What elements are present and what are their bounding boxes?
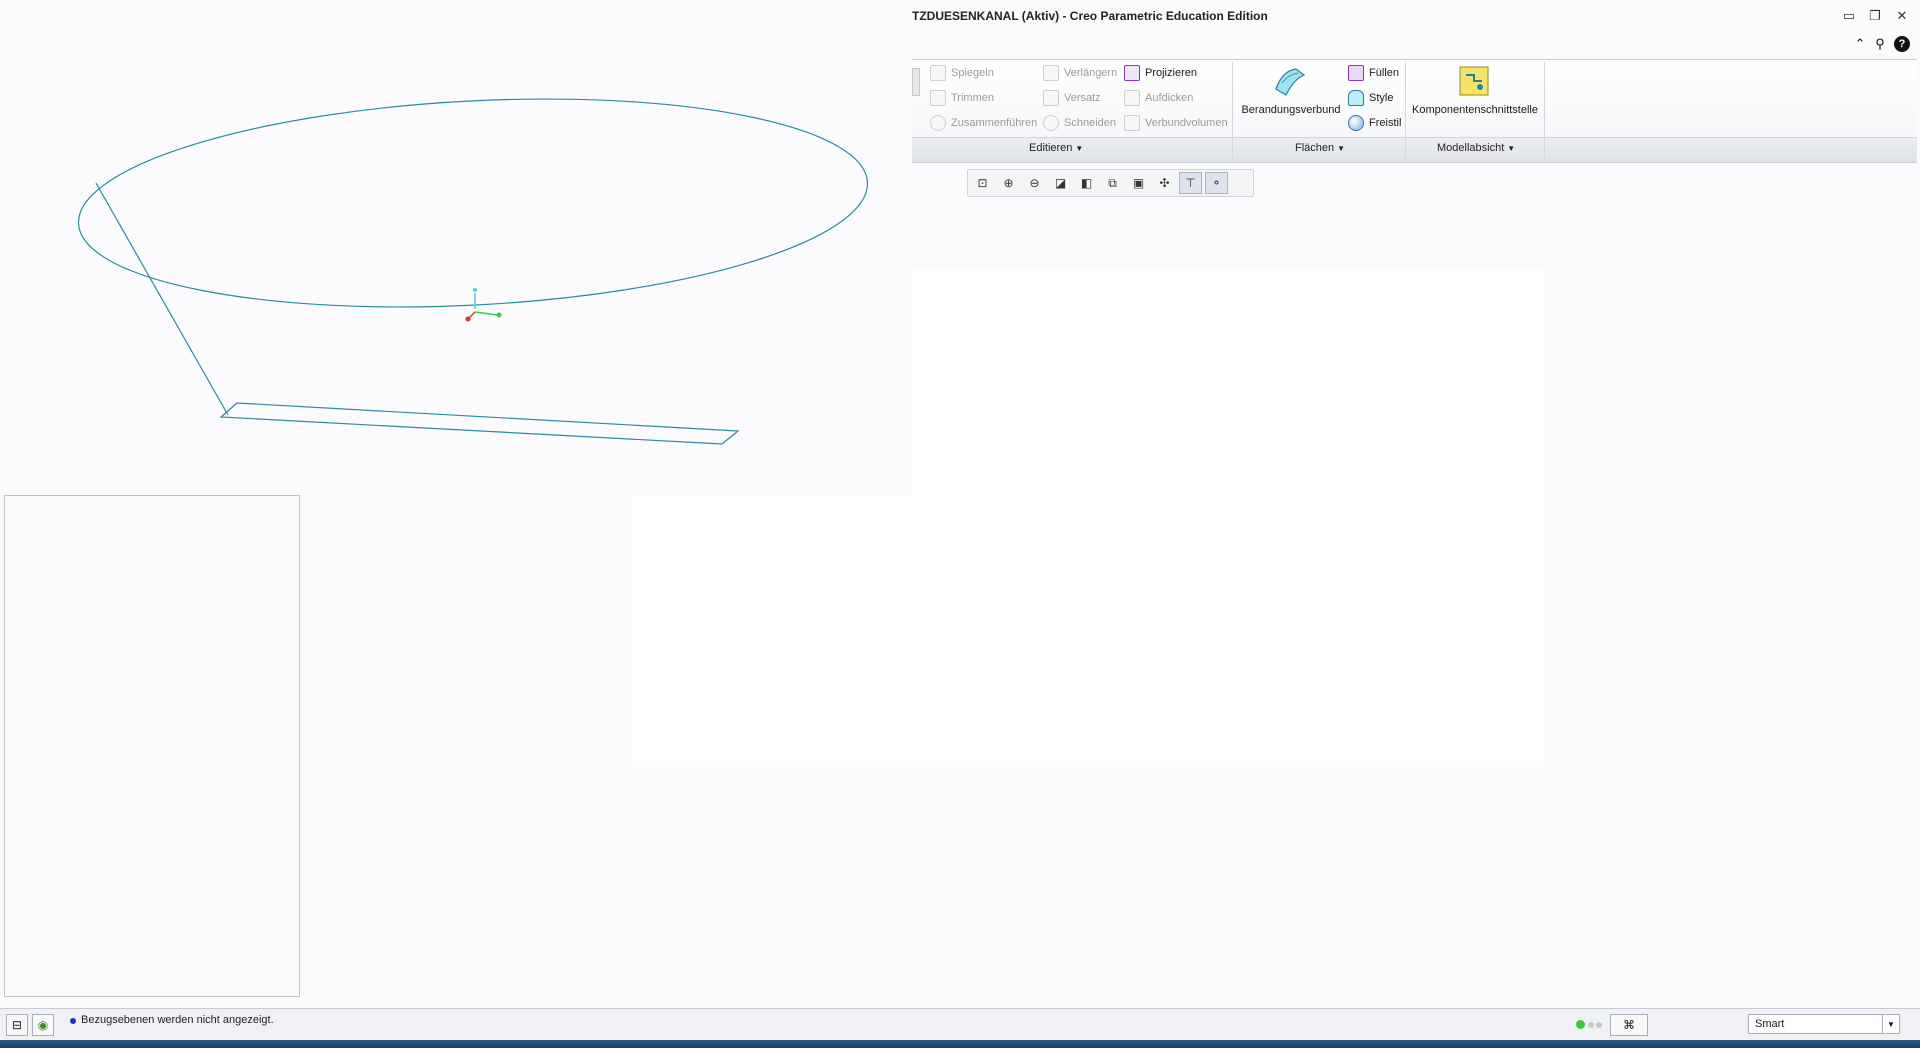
aufdicken-button[interactable]: Aufdicken (1124, 88, 1193, 108)
find-binoculars-icon[interactable]: ⌘ (1610, 1014, 1648, 1036)
search-icon[interactable]: ⚲ (1872, 36, 1888, 52)
fuellen-button[interactable]: Füllen (1348, 63, 1399, 83)
style-button[interactable]: Style (1348, 88, 1393, 108)
csys-z-end (473, 288, 477, 292)
collapse-ribbon-icon[interactable]: ⌃ (1852, 36, 1868, 52)
connecting-curve (95, 182, 229, 416)
spin-center-icon[interactable]: ⚬ (1205, 172, 1228, 194)
ribbon-separator (1405, 62, 1406, 160)
verlaengern-button[interactable]: Verlängern (1043, 63, 1117, 83)
thicken-icon (1124, 90, 1140, 106)
verbundvolumen-button[interactable]: Verbundvolumen (1124, 113, 1228, 133)
close-button[interactable]: ✕ (1893, 8, 1911, 24)
display-style-icon[interactable]: ◧ (1075, 172, 1098, 194)
component-interface-icon (1459, 66, 1489, 96)
project-icon (1124, 65, 1140, 81)
help-icon[interactable]: ? (1894, 36, 1910, 52)
offset-icon (1043, 90, 1059, 106)
selection-filter-value: Smart (1755, 1018, 1785, 1030)
minimize-button[interactable]: ▭ (1840, 8, 1858, 24)
show-navigator-icon[interactable]: ⊟ (6, 1014, 28, 1036)
freistil-button[interactable]: Freistil (1348, 113, 1401, 133)
chevron-down-icon[interactable]: ▼ (1882, 1015, 1899, 1033)
mirror-icon (930, 65, 946, 81)
intersect-icon (1043, 115, 1059, 131)
csys-y-axis (474, 311, 499, 316)
csys-y-end (496, 312, 502, 318)
status-dot-inactive (1588, 1022, 1594, 1028)
schneiden-button[interactable]: Schneiden (1043, 113, 1116, 133)
caret-down-icon: ▼ (1507, 144, 1516, 153)
zoom-in-icon[interactable]: ⊕ (997, 172, 1020, 194)
ellipse-curve (77, 98, 869, 308)
solidify-icon (1124, 115, 1140, 131)
extend-icon (1043, 65, 1059, 81)
csys-x-axis (468, 311, 476, 319)
refit-icon[interactable]: ⊡ (971, 172, 994, 194)
versatz-button[interactable]: Versatz (1043, 88, 1101, 108)
komponentenschnittstelle-button[interactable]: Komponentenschnittstelle (1410, 62, 1540, 130)
wireframe-canvas (77, 98, 869, 445)
berandungsverbund-button[interactable]: Berandungsverbund (1238, 62, 1344, 130)
model-tree-panel[interactable] (4, 495, 300, 997)
spiegeln-button[interactable]: Spiegeln (930, 63, 994, 83)
ribbon-separator (1544, 62, 1545, 160)
status-message: Bezugsebenen werden nicht angezeigt. (81, 1014, 274, 1026)
model-view[interactable] (0, 0, 912, 495)
truncated-button-icon[interactable] (912, 68, 920, 96)
group-flaechen[interactable]: Flächen ▼ (1295, 142, 1345, 154)
selection-filter-select[interactable]: Smart ▼ (1748, 1014, 1900, 1034)
repaint-icon[interactable]: ◪ (1049, 172, 1072, 194)
status-bullet-icon (70, 1018, 76, 1024)
view-manager-icon[interactable]: ▣ (1127, 172, 1150, 194)
restore-button[interactable]: ❐ (1866, 8, 1884, 24)
zusammenfuehren-button[interactable]: Zusammenführen (930, 113, 1037, 133)
annotation-display-icon[interactable]: ⊤ (1179, 172, 1202, 194)
caret-down-icon: ▼ (1075, 144, 1084, 153)
window-title: TZDUESENKANAL (Aktiv) - Creo Parametric … (912, 9, 1268, 23)
trim-icon (930, 90, 946, 106)
freestyle-icon (1348, 115, 1364, 131)
zoom-out-icon[interactable]: ⊖ (1023, 172, 1046, 194)
trimmen-button[interactable]: Trimmen (930, 88, 994, 108)
group-editieren[interactable]: Editieren ▼ (1029, 142, 1083, 154)
graphics-toolbar: ⊡ ⊕ ⊖ ◪ ◧ ⧉ ▣ ✣ ⊤ ⚬ (967, 169, 1254, 197)
boundary-blend-icon (1275, 68, 1306, 96)
datum-display-icon[interactable]: ✣ (1153, 172, 1176, 194)
status-dot-inactive (1596, 1022, 1602, 1028)
style-icon (1348, 90, 1364, 106)
regen-status-icon (1576, 1020, 1585, 1029)
show-browser-icon[interactable]: ◉ (32, 1014, 54, 1036)
caret-down-icon: ▼ (1337, 144, 1346, 153)
saved-orientations-icon[interactable]: ⧉ (1101, 172, 1124, 194)
os-taskbar (0, 1040, 1920, 1048)
merge-icon (930, 115, 946, 131)
ribbon-separator (1232, 62, 1233, 160)
group-modellabsicht[interactable]: Modellabsicht ▼ (1437, 142, 1515, 154)
projizieren-button[interactable]: Projizieren (1124, 63, 1197, 83)
rectangle-curve (219, 402, 740, 445)
csys-x-end (465, 316, 471, 322)
fill-icon (1348, 65, 1364, 81)
